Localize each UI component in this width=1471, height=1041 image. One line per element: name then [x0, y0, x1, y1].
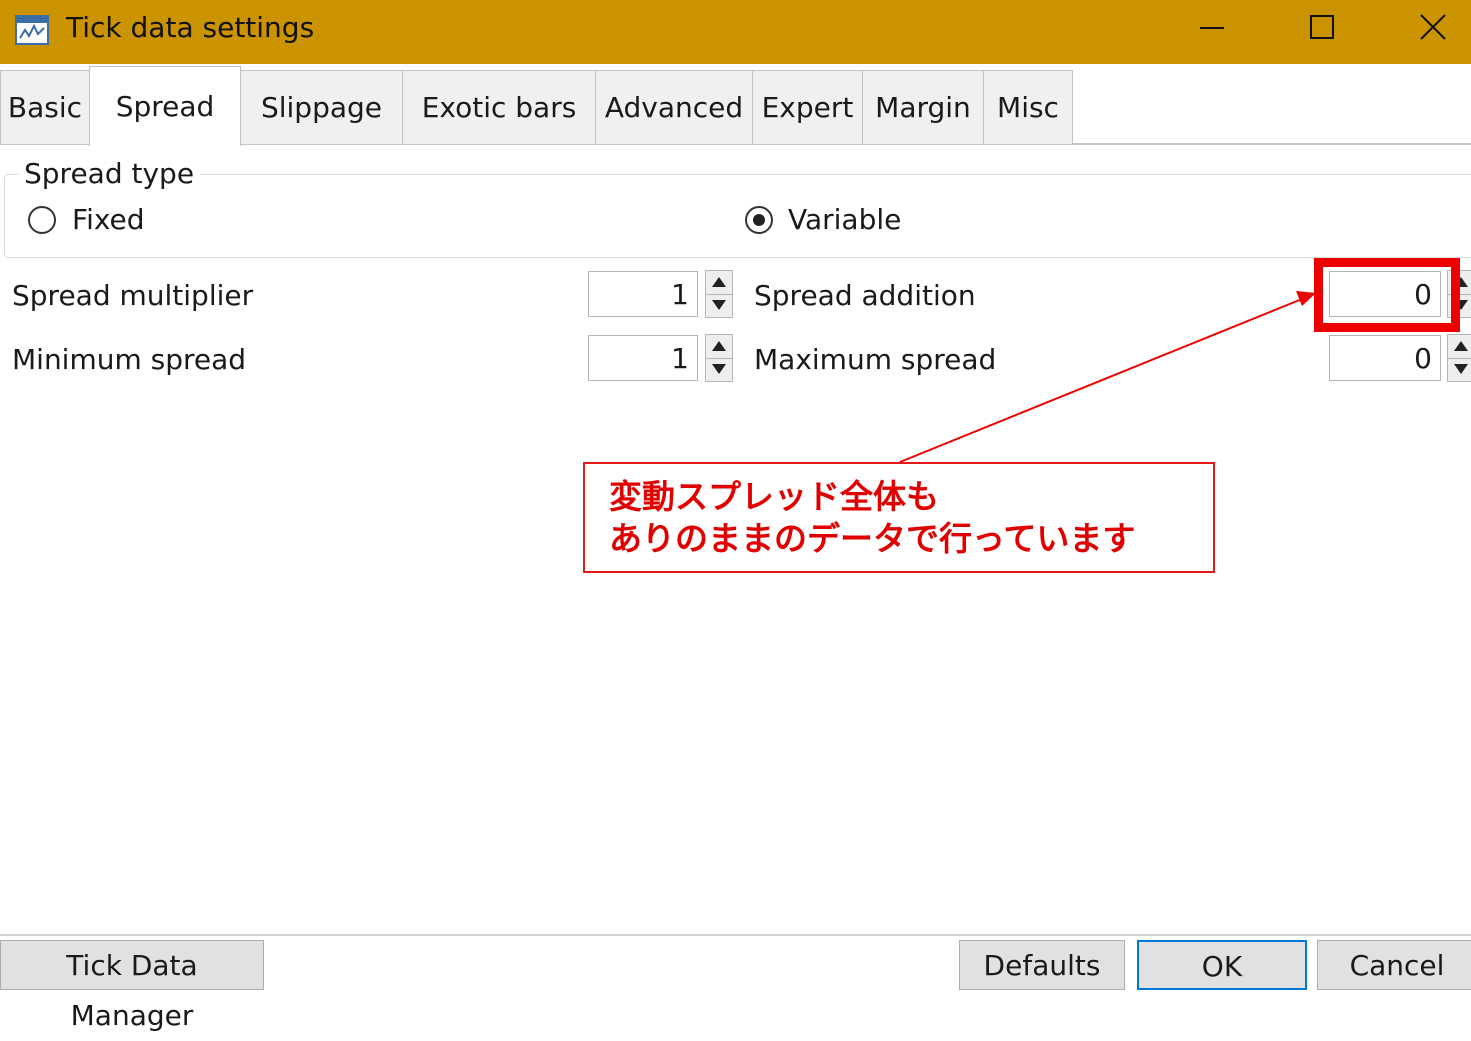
cancel-button[interactable]: Cancel — [1317, 940, 1471, 990]
tick-data-manager-button[interactable]: Tick Data Manager — [0, 940, 264, 1032]
bottom-separator — [0, 934, 1471, 936]
ok-button[interactable]: OK — [1137, 940, 1307, 990]
annotation-line-1: 変動スプレッド全体も — [609, 477, 939, 516]
annotation-line-2: ありのままのデータで行っています — [609, 519, 1136, 558]
defaults-button[interactable]: Defaults — [959, 940, 1125, 990]
annotation-callout: 変動スプレッド全体も ありのままのデータで行っています — [583, 462, 1215, 573]
tab-spread[interactable]: Spread — [89, 66, 241, 146]
